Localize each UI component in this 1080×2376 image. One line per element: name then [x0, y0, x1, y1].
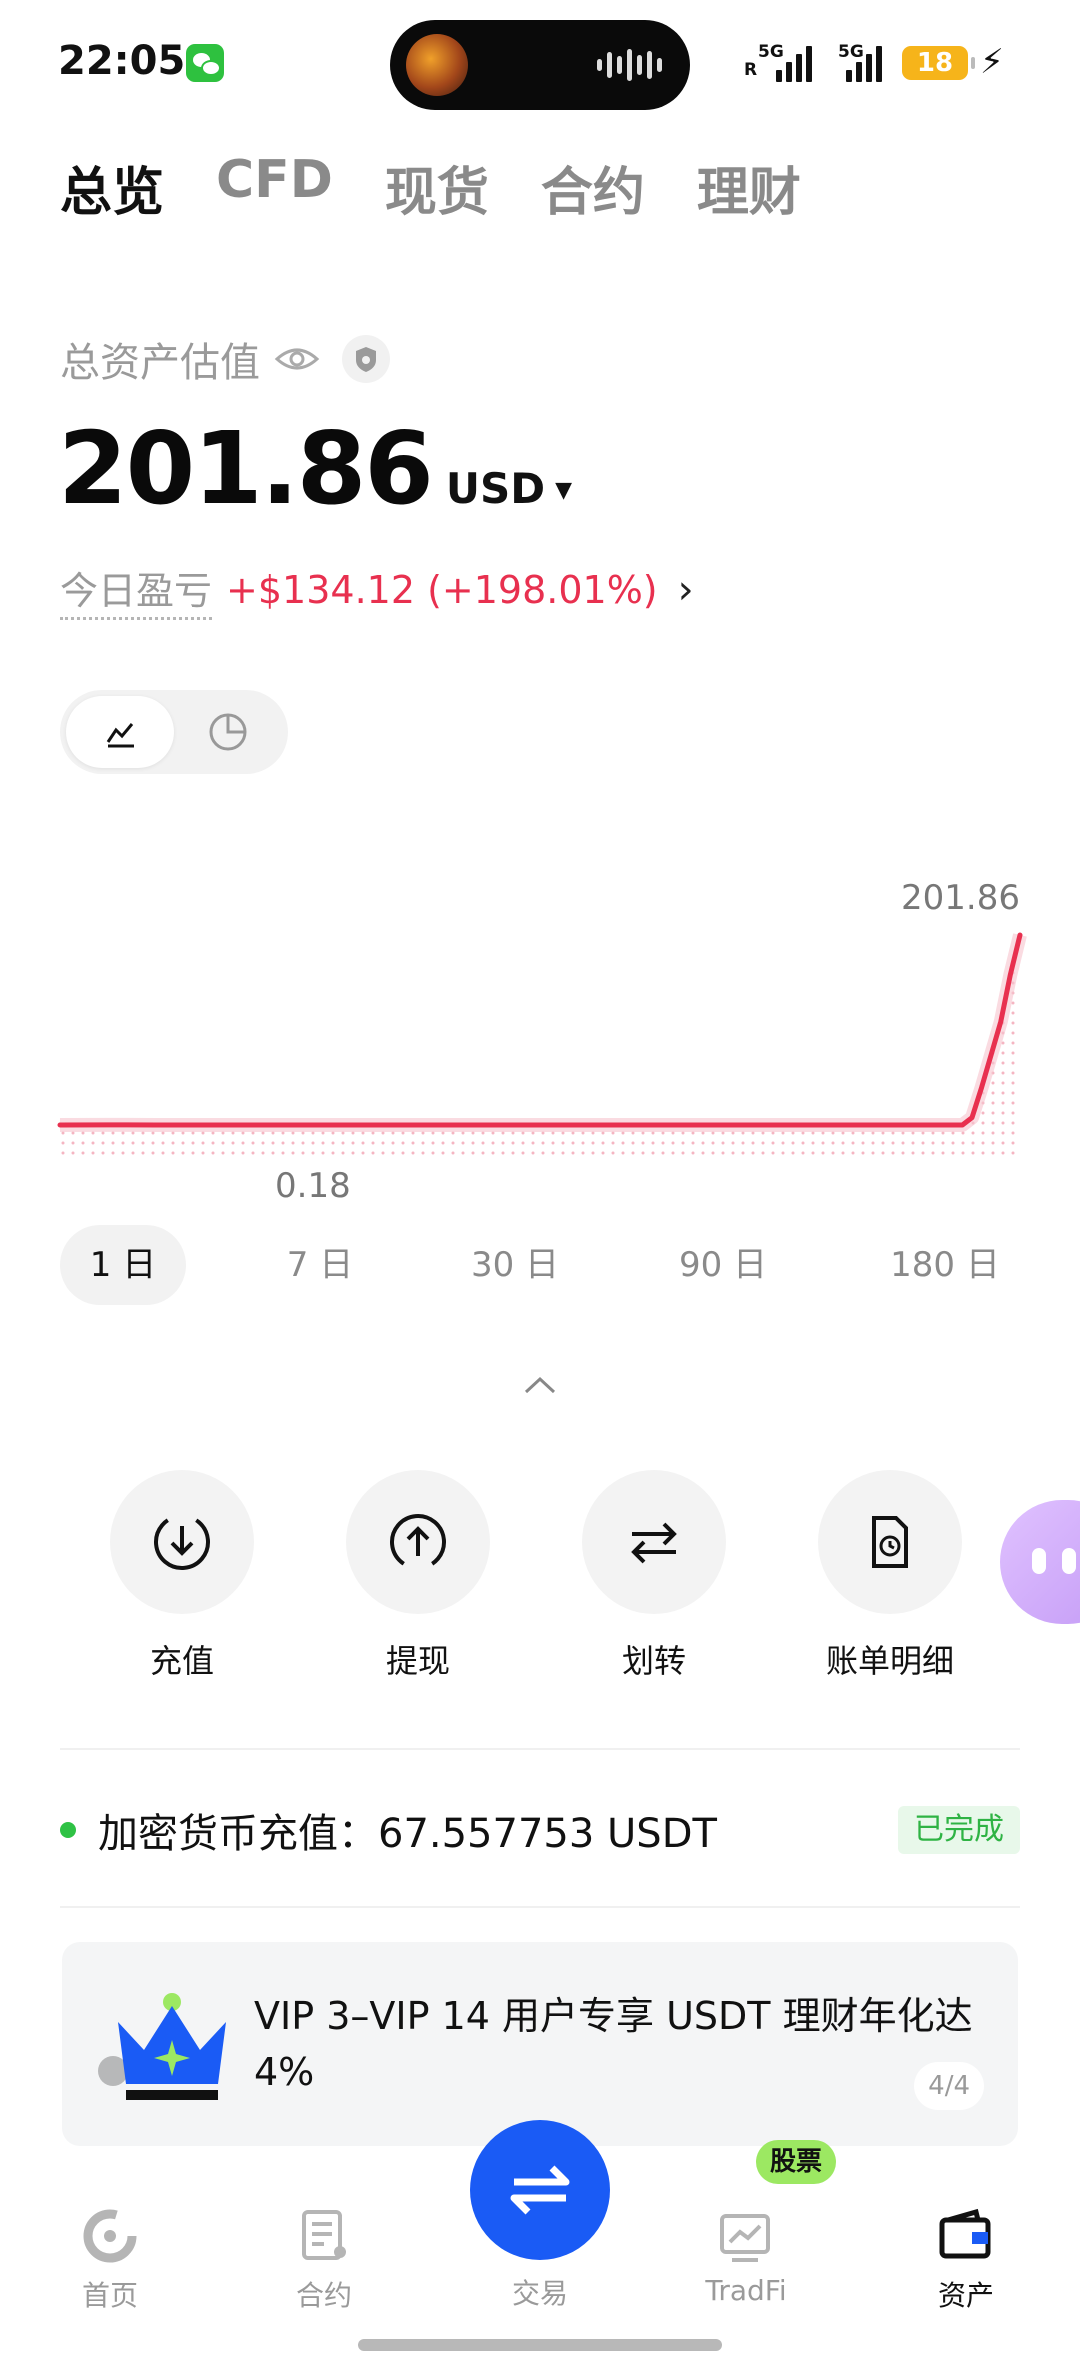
pie-chart-icon — [209, 713, 247, 751]
island-avatar — [406, 34, 468, 96]
tab-cfd[interactable]: CFD — [216, 150, 333, 225]
tab-spot[interactable]: 现货 — [385, 150, 489, 225]
tab-futures[interactable]: 合约 — [541, 150, 645, 225]
tab-overview[interactable]: 总览 — [60, 150, 164, 225]
line-chart-icon — [106, 723, 134, 748]
nav-home[interactable]: 首页 — [30, 2208, 190, 2314]
transfer-button[interactable]: 划转 — [554, 1470, 754, 1682]
range-90d[interactable]: 90 日 — [668, 1225, 778, 1305]
range-30d[interactable]: 30 日 — [460, 1225, 570, 1305]
bill-button[interactable]: 账单明细 — [790, 1470, 990, 1682]
nav-assets-label: 资产 — [937, 2279, 994, 2312]
trade-button[interactable] — [470, 2120, 610, 2260]
total-amount-row: 201.86 USD ▼ — [58, 410, 572, 527]
chart-max-label: 201.86 — [901, 878, 1020, 918]
chart-min-label: 0.18 — [275, 1166, 351, 1206]
withdraw-icon — [346, 1470, 490, 1614]
chart-line-series — [57, 932, 1023, 1128]
deposit-icon — [110, 1470, 254, 1614]
wallet-icon — [938, 2208, 994, 2264]
currency-selector[interactable]: USD ▼ — [446, 464, 572, 513]
nav-assets[interactable]: 资产 — [886, 2208, 1046, 2314]
top-tabs: 总览 CFD 现货 合约 理财 — [60, 150, 801, 225]
divider — [60, 1906, 1020, 1908]
dynamic-island — [390, 20, 690, 110]
chevron-right-icon: › — [677, 567, 694, 613]
nav-tradfi[interactable]: TradFi — [666, 2208, 826, 2307]
promo-banner[interactable]: VIP 3–VIP 14 用户专享 USDT 理财年化达 4% 4/4 — [62, 1942, 1018, 2146]
pnl-value: +$134.12 (+198.01%) — [226, 568, 658, 612]
signal1-sub: R — [744, 60, 758, 80]
withdraw-button[interactable]: 提现 — [318, 1470, 518, 1682]
home-indicator — [358, 2339, 722, 2351]
estimate-row: 总资产估值 — [60, 330, 390, 388]
deposit-notice-text: 加密货币充值：67.557753 USDT — [98, 1811, 717, 1857]
caret-down-icon: ▼ — [555, 478, 573, 503]
audio-wave-icon — [597, 48, 662, 82]
range-180d[interactable]: 180 日 — [870, 1225, 1020, 1305]
deposit-button[interactable]: 充值 — [82, 1470, 282, 1682]
battery-icon: 18 — [902, 46, 975, 80]
nav-contract-label: 合约 — [295, 2279, 352, 2312]
range-1d[interactable]: 1 日 — [60, 1225, 186, 1305]
status-badge: 已完成 — [898, 1806, 1020, 1854]
deposit-label: 充值 — [149, 1642, 214, 1680]
contract-icon — [296, 2208, 352, 2264]
crown-icon — [118, 1993, 226, 2100]
tradfi-icon — [718, 2208, 774, 2264]
signal2-icon — [846, 42, 882, 82]
assistant-bot-button[interactable] — [1000, 1500, 1080, 1624]
status-time: 22:05 — [58, 38, 186, 84]
nav-contract[interactable]: 合约 — [244, 2208, 404, 2314]
total-amount: 201.86 — [58, 410, 434, 527]
estimate-label: 总资产估值 — [60, 340, 260, 386]
range-tabs: 1 日 7 日 30 日 90 日 180 日 — [60, 1225, 1020, 1305]
divider — [60, 1748, 1020, 1750]
deposit-notice[interactable]: 加密货币充值：67.557753 USDT 已完成 — [60, 1790, 1020, 1870]
status-dot — [60, 1822, 76, 1838]
today-pnl-row[interactable]: 今日盈亏 +$134.12 (+198.01%) › — [60, 560, 694, 620]
bill-label: 账单明细 — [825, 1642, 954, 1680]
range-7d[interactable]: 7 日 — [270, 1225, 370, 1305]
signal1-icon — [776, 42, 812, 82]
withdraw-label: 提现 — [385, 1642, 450, 1680]
nav-tradfi-label: TradFi — [705, 2274, 787, 2307]
currency-label: USD — [445, 464, 546, 513]
bill-icon — [818, 1470, 962, 1614]
wechat-icon — [186, 44, 224, 82]
nav-trade-label: 交易 — [511, 2277, 568, 2310]
home-icon — [82, 2208, 138, 2264]
promo-page-indicator: 4/4 — [914, 2062, 984, 2110]
nav-home-label: 首页 — [81, 2279, 138, 2312]
line-chart-toggle[interactable] — [66, 696, 174, 768]
transfer-icon — [582, 1470, 726, 1614]
pie-chart-toggle[interactable] — [174, 696, 282, 768]
eye-icon[interactable] — [274, 339, 320, 379]
promo-text: VIP 3–VIP 14 用户专享 USDT 理财年化达 4% — [254, 1994, 973, 2094]
charging-icon: ⚡ — [980, 42, 1004, 82]
tab-earn[interactable]: 理财 — [697, 150, 801, 225]
status-bar: 22:05 5G R 5G 18 ⚡ — [0, 0, 1080, 120]
transfer-label: 划转 — [621, 1642, 686, 1680]
stock-badge: 股票 — [756, 2140, 837, 2184]
collapse-caret-icon[interactable] — [518, 1370, 562, 1400]
pnl-label: 今日盈亏 — [60, 560, 213, 620]
shield-icon[interactable] — [342, 335, 390, 383]
chart-toggle — [60, 690, 288, 774]
chart-line-glow — [59, 933, 1027, 1132]
trade-icon — [510, 2165, 570, 2215]
